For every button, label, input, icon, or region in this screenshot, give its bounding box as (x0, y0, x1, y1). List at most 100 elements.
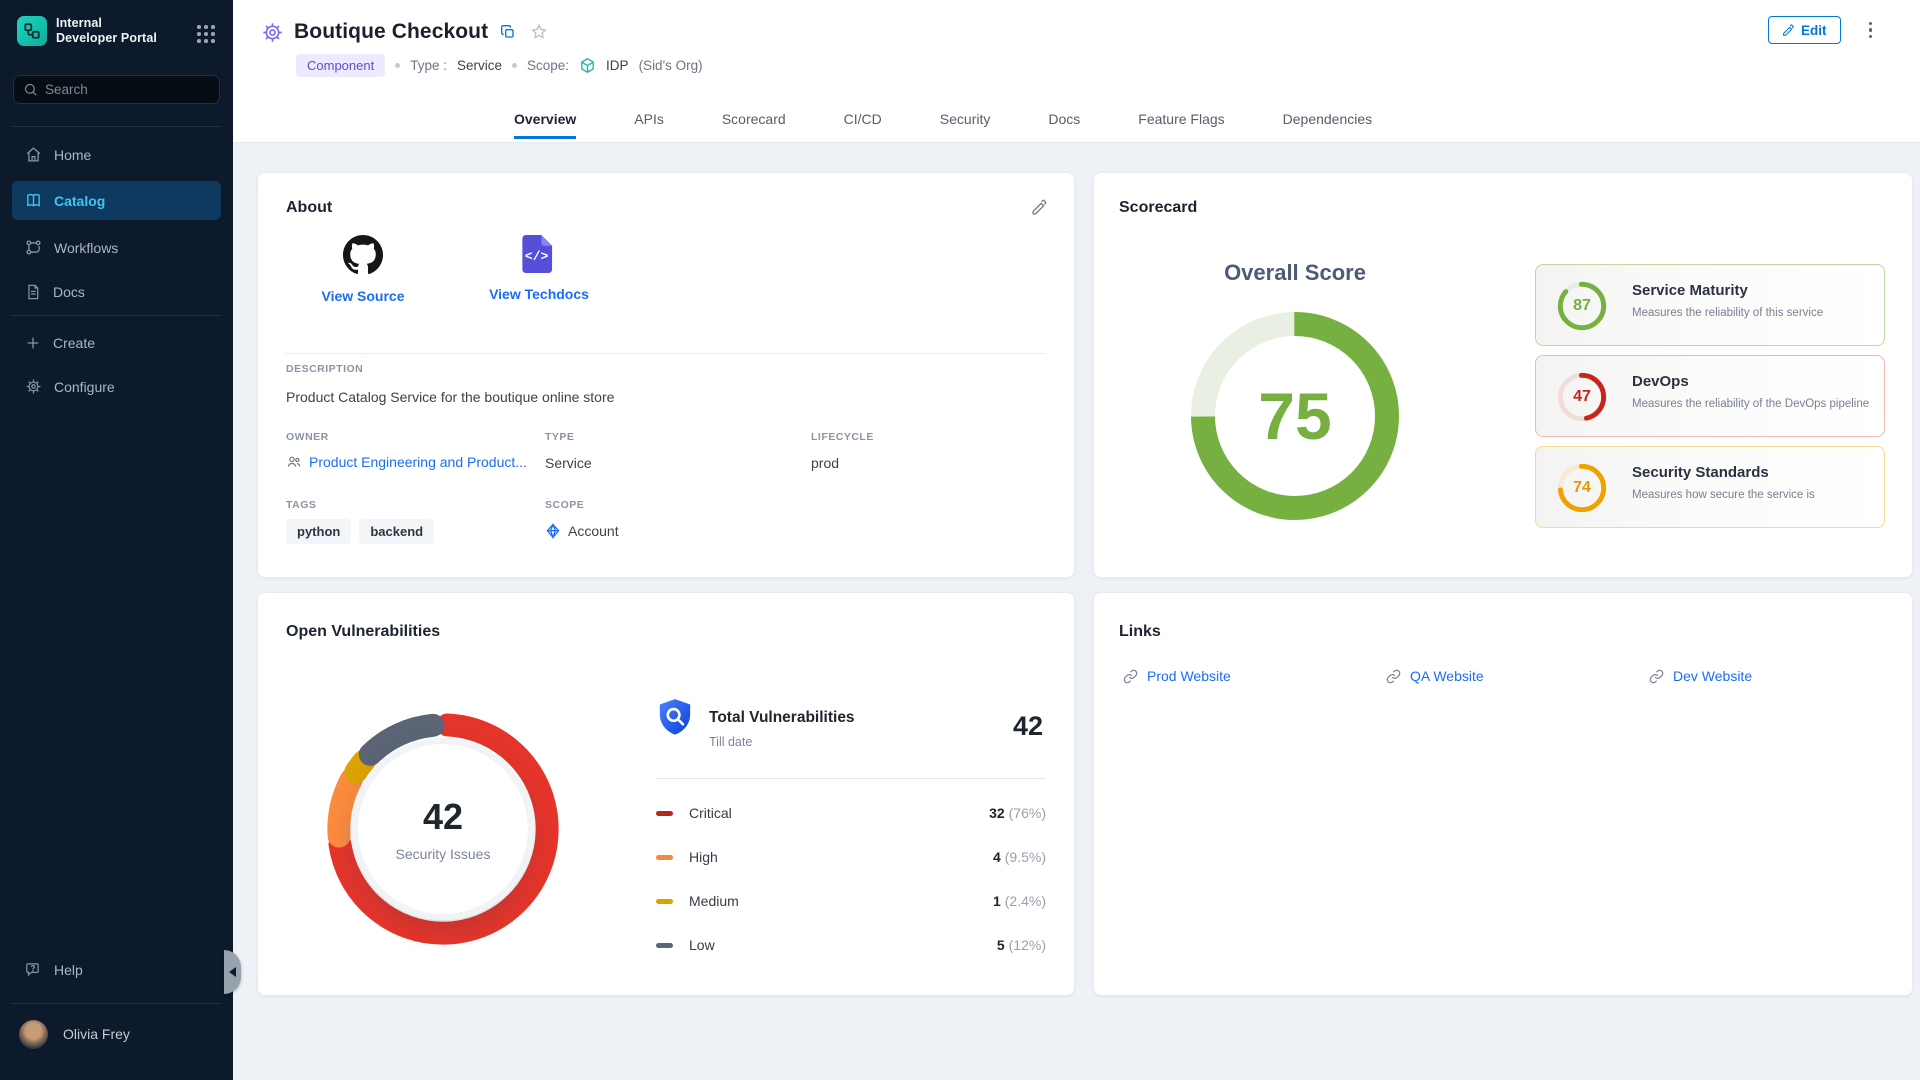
scope-cube-icon (579, 57, 596, 74)
scorecard-item-service-maturity[interactable]: 87 Service Maturity Measures the reliabi… (1535, 264, 1885, 346)
copy-name-button[interactable] (498, 22, 518, 42)
links-card: Links Prod Website QA Website Dev Websit… (1093, 592, 1913, 996)
idp-logo-icon (17, 16, 47, 46)
panel-total-value: 42 (1013, 711, 1043, 742)
vulnerabilities-card: Open Vulnerabilities 42 Security Issues (257, 592, 1075, 996)
sidebar-collapse-handle[interactable] (224, 950, 241, 994)
view-source-link[interactable]: View Source (283, 235, 443, 304)
sidebar-item-help[interactable]: Help (12, 950, 221, 989)
pencil-icon (1031, 199, 1048, 216)
tab-feature-flags[interactable]: Feature Flags (1138, 111, 1224, 139)
donut-center: 42 Security Issues (352, 738, 534, 920)
entity-kind-badge: Component (296, 54, 385, 77)
link-dev-website[interactable]: Dev Website (1649, 668, 1752, 684)
tab-dependencies[interactable]: Dependencies (1283, 111, 1373, 139)
title-row: Boutique Checkout (261, 20, 550, 44)
page-title: Boutique Checkout (294, 20, 488, 44)
score-value: 47 (1556, 371, 1608, 423)
score-name: DevOps (1632, 373, 1689, 390)
entity-meta-row: Component Type : Service Scope: IDP (Sid… (296, 54, 703, 77)
link-icon (1123, 669, 1138, 684)
shield-search-icon (656, 698, 694, 745)
sidebar-divider-mid (12, 315, 221, 316)
team-icon (286, 454, 302, 470)
panel-divider (656, 778, 1046, 779)
github-icon (343, 235, 383, 275)
medium-dash-icon (656, 899, 673, 904)
scorecard-item-security-standards[interactable]: 74 Security Standards Measures how secur… (1535, 446, 1885, 528)
edit-button[interactable]: Edit (1768, 16, 1841, 44)
tags-label: TAGS (286, 499, 316, 511)
tab-cicd[interactable]: CI/CD (844, 111, 882, 139)
link-prod-website[interactable]: Prod Website (1123, 668, 1231, 684)
about-divider (286, 353, 1046, 354)
scope-value: IDP (606, 58, 629, 73)
sidebar-item-home[interactable]: Home (12, 135, 221, 174)
avatar (19, 1020, 48, 1049)
type-value: Service (457, 58, 502, 73)
svg-text:</>: </> (525, 249, 549, 264)
link-icon (1386, 669, 1401, 684)
score-name: Security Standards (1632, 464, 1769, 481)
apps-grid-icon[interactable] (195, 23, 217, 45)
component-gear-icon (261, 21, 284, 44)
sidebar-item-configure[interactable]: Configure (12, 367, 221, 406)
search-icon (23, 82, 38, 97)
type-value: Service (545, 455, 592, 471)
lifecycle-value: prod (811, 455, 839, 471)
sidebar-divider-bottom (12, 1003, 221, 1004)
about-edit-button[interactable] (1029, 197, 1050, 218)
techdocs-icon: </> (521, 235, 557, 273)
total-issues-value: 42 (423, 796, 463, 838)
score-value: 74 (1556, 462, 1608, 514)
vulnerabilities-title: Open Vulnerabilities (286, 623, 440, 641)
tab-overview[interactable]: Overview (514, 111, 576, 139)
tab-security[interactable]: Security (940, 111, 991, 139)
app-frame: Internal Developer Portal Home Catalog W… (0, 0, 1920, 1080)
overall-score-label: Overall Score (1190, 260, 1400, 286)
scope-label: SCOPE (545, 499, 584, 511)
favorite-star-button[interactable] (528, 21, 550, 43)
score-description: Measures how secure the service is (1632, 489, 1815, 501)
more-options-button[interactable] (1863, 18, 1879, 43)
score-name: Service Maturity (1632, 282, 1748, 299)
header-actions: Edit (1768, 16, 1878, 44)
about-card: About View Source </> View Techdocs DESC… (257, 172, 1075, 578)
description-label: DESCRIPTION (286, 363, 363, 375)
user-name: Olivia Frey (63, 1026, 130, 1042)
copy-icon (500, 24, 516, 40)
link-qa-website[interactable]: QA Website (1386, 668, 1484, 684)
catalog-icon (25, 192, 42, 209)
tag-chip: backend (359, 519, 434, 544)
score-description: Measures the reliability of the DevOps p… (1632, 398, 1869, 410)
tags-row: python backend (286, 519, 434, 544)
tab-scorecard[interactable]: Scorecard (722, 111, 786, 139)
links-title: Links (1119, 623, 1161, 641)
user-menu[interactable]: Olivia Frey (0, 1008, 233, 1060)
scorecard-item-devops[interactable]: 47 DevOps Measures the reliability of th… (1535, 355, 1885, 437)
high-dash-icon (656, 855, 673, 860)
critical-dash-icon (656, 811, 673, 816)
help-icon (25, 961, 42, 978)
tab-apis[interactable]: APIs (634, 111, 664, 139)
sidebar-item-docs[interactable]: Docs (12, 272, 221, 311)
tag-chip: python (286, 519, 351, 544)
score-description: Measures the reliability of this service (1632, 307, 1823, 319)
overall-score-value: 75 (1180, 301, 1410, 531)
sidebar-item-workflows[interactable]: Workflows (12, 228, 221, 267)
type-label: Type : (410, 58, 447, 73)
owner-link[interactable]: Product Engineering and Product... (286, 454, 527, 470)
scorecard-card: Scorecard Overall Score 75 87 Service Ma… (1093, 172, 1913, 578)
sidebar-item-create[interactable]: Create (12, 323, 221, 362)
view-techdocs-link[interactable]: </> View Techdocs (459, 235, 619, 302)
search-input[interactable] (45, 82, 195, 97)
legend-row-low: Low 5(12%) (656, 929, 1046, 961)
total-vulnerabilities-row: Total Vulnerabilities Till date 42 (656, 696, 1046, 760)
low-dash-icon (656, 943, 673, 948)
brand-title: Internal Developer Portal (56, 16, 157, 46)
sidebar-item-catalog[interactable]: Catalog (12, 181, 221, 220)
dot-separator (512, 63, 517, 68)
about-title: About (286, 199, 332, 217)
sidebar-search[interactable] (13, 75, 220, 104)
tab-docs[interactable]: Docs (1048, 111, 1080, 139)
